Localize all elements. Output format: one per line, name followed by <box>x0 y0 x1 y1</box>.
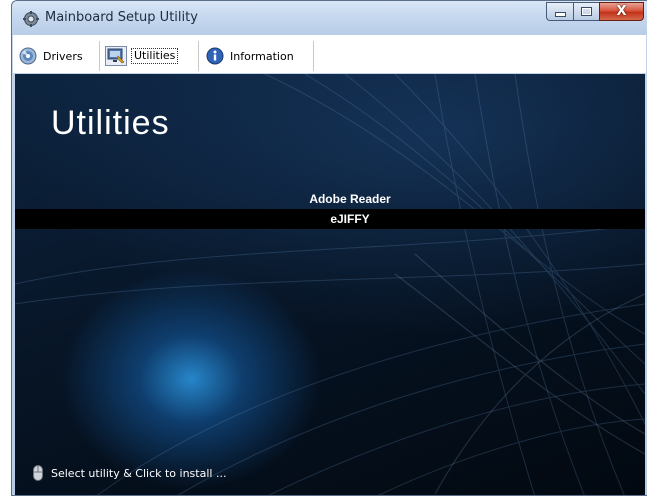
title-bar[interactable]: Mainboard Setup Utility X <box>12 1 647 35</box>
mouse-icon <box>33 465 43 481</box>
tab-information[interactable]: Information <box>200 41 314 71</box>
app-gear-icon <box>23 11 39 27</box>
status-bar: Select utility & Click to install ... <box>33 464 226 482</box>
app-window: Mainboard Setup Utility X Drivers Utilit… <box>11 0 647 496</box>
tab-drivers[interactable]: Drivers <box>13 41 100 71</box>
tab-label: Information <box>230 49 294 63</box>
caption-buttons: X <box>546 2 644 22</box>
tab-utilities[interactable]: Utilities <box>101 41 199 71</box>
page-title: Utilities <box>51 104 170 142</box>
utility-item-adobe-reader[interactable]: Adobe Reader <box>15 189 645 209</box>
utilities-monitor-icon <box>107 48 125 64</box>
utilities-icon-frame <box>105 46 127 66</box>
utility-list: Adobe Reader eJIFFY <box>15 189 645 229</box>
information-icon <box>206 47 224 65</box>
tab-label: Utilities <box>131 48 179 64</box>
utilities-panel: Utilities Adobe Reader eJIFFY Select uti… <box>15 74 645 495</box>
minimize-button[interactable] <box>546 2 573 21</box>
drivers-disc-icon <box>19 47 37 65</box>
maximize-button[interactable] <box>573 2 599 21</box>
utility-item-ejiffy[interactable]: eJIFFY <box>15 209 645 229</box>
minimize-icon <box>554 12 566 17</box>
tab-bar: Drivers Utilities Information <box>13 35 646 73</box>
close-icon: X <box>616 4 627 19</box>
close-button[interactable]: X <box>599 2 644 21</box>
maximize-icon <box>581 7 592 16</box>
window-title: Mainboard Setup Utility <box>45 10 198 25</box>
tab-label: Drivers <box>43 49 83 63</box>
status-text: Select utility & Click to install ... <box>51 466 227 480</box>
